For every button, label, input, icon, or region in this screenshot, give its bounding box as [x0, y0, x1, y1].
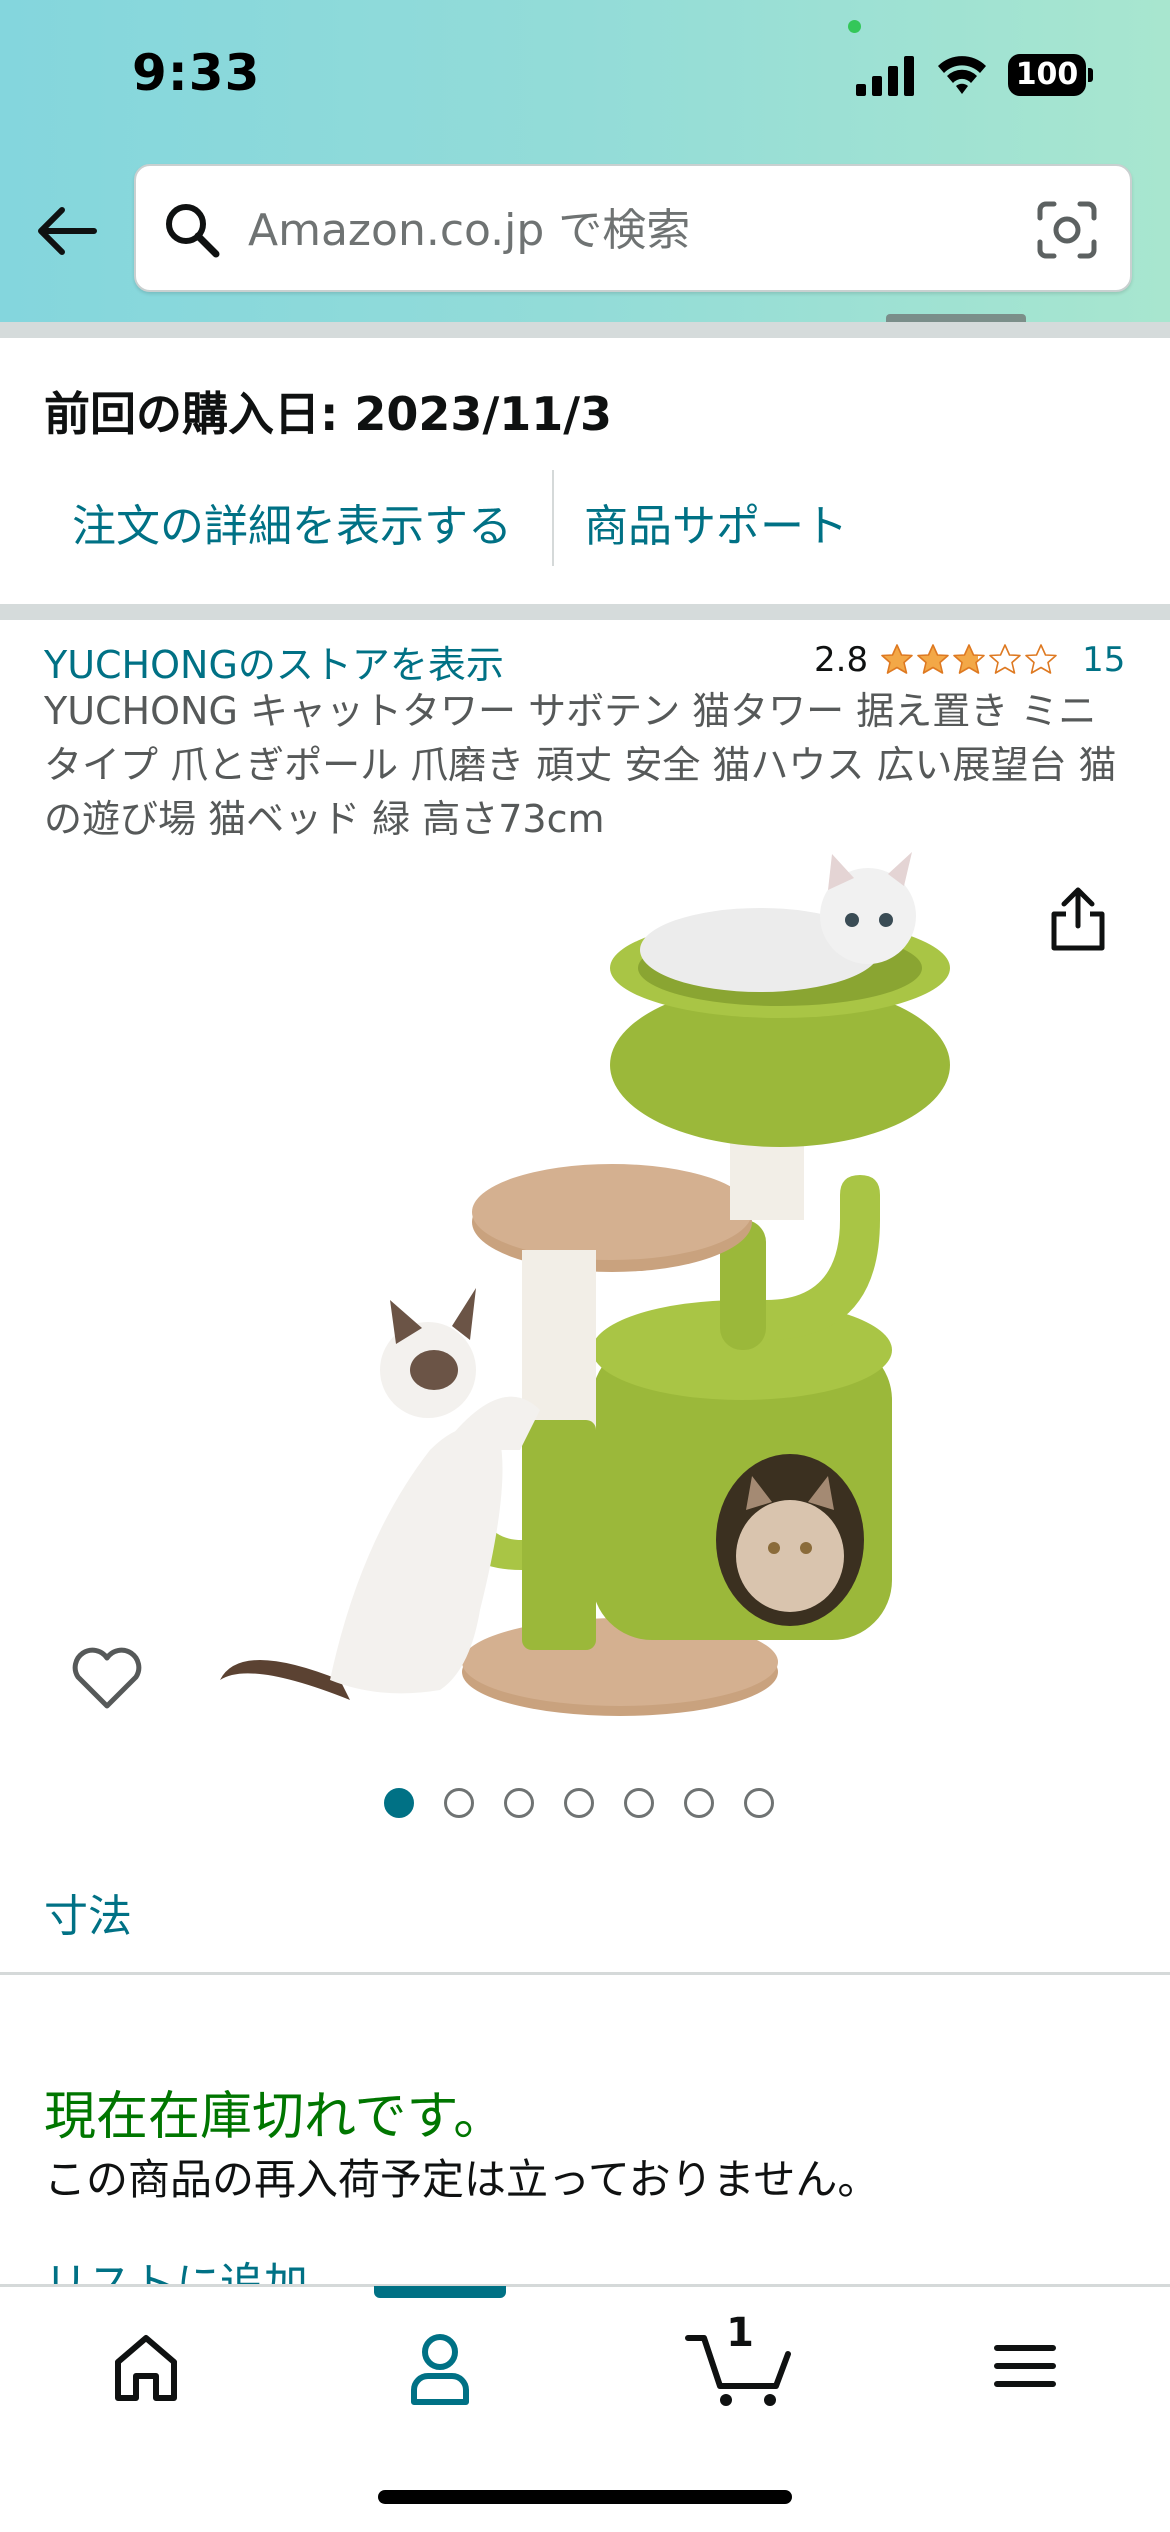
dimensions-link[interactable]: 寸法: [44, 1880, 132, 1944]
store-link[interactable]: YUCHONGのストアを表示: [44, 634, 504, 689]
wishlist-heart-icon[interactable]: [70, 1646, 144, 1712]
stock-status: 現在在庫切れです。: [44, 2087, 506, 2147]
restock-note: この商品の再入荷予定は立っておりません。: [44, 2155, 880, 2204]
add-to-list-link[interactable]: リストに追加: [44, 2248, 308, 2288]
status-time: 9:33: [132, 44, 261, 102]
nav-home-button[interactable]: [96, 2324, 196, 2408]
back-arrow-icon[interactable]: [32, 196, 102, 266]
nav-account-button[interactable]: [390, 2324, 490, 2408]
section-divider: [0, 604, 1170, 620]
carousel-dot[interactable]: [384, 1788, 414, 1818]
cellular-signal-icon: [856, 56, 914, 96]
cart-count-badge: 1: [726, 2310, 754, 2356]
header-image-peek: [886, 314, 1026, 322]
search-icon: [166, 204, 220, 258]
carousel-dot[interactable]: [624, 1788, 654, 1818]
carousel-dot[interactable]: [564, 1788, 594, 1818]
wifi-icon: [938, 56, 986, 94]
share-icon[interactable]: [1046, 884, 1110, 954]
rating-summary[interactable]: 2.8 15: [814, 638, 1125, 682]
rating-count[interactable]: 15: [1082, 640, 1125, 680]
star-icon: [917, 644, 949, 674]
battery-icon: 100: [1008, 54, 1093, 96]
rating-stars: [880, 643, 1058, 677]
header: 9:33 100: [0, 0, 1170, 322]
account-icon: [411, 2334, 469, 2405]
rating-value: 2.8: [814, 640, 869, 680]
star-icon: [881, 644, 913, 674]
camera-search-icon[interactable]: [1036, 200, 1098, 260]
product-image-cat-tower[interactable]: [200, 850, 960, 1730]
search-input[interactable]: [248, 188, 948, 272]
section-divider: [0, 1972, 1170, 1975]
image-carousel-dots[interactable]: [384, 1788, 774, 1818]
star-icon: [953, 644, 985, 674]
home-icon: [115, 2335, 177, 2401]
home-indicator: [378, 2490, 792, 2504]
star-icon: [989, 644, 1021, 674]
battery-level: 100: [1015, 57, 1079, 92]
carousel-dot[interactable]: [444, 1788, 474, 1818]
carousel-dot[interactable]: [504, 1788, 534, 1818]
star-icon: [1025, 644, 1057, 674]
search-bar[interactable]: [134, 164, 1132, 292]
menu-icon: [994, 2345, 1056, 2387]
product-title: YUCHONG キャットタワー サボテン 猫タワー 据え置き ミニタイプ 爪とぎ…: [44, 689, 1117, 841]
section-divider: [0, 322, 1170, 338]
product-support-link[interactable]: 商品サポート: [584, 490, 848, 554]
last-purchase-date: 前回の購入日: 2023/11/3: [44, 387, 613, 441]
carousel-dot[interactable]: [684, 1788, 714, 1818]
link-separator: [552, 470, 554, 566]
active-tab-indicator: [374, 2286, 506, 2298]
nav-menu-button[interactable]: [975, 2324, 1075, 2408]
order-details-link[interactable]: 注文の詳細を表示する: [72, 490, 512, 554]
carousel-dot[interactable]: [744, 1788, 774, 1818]
privacy-indicator-dot: [848, 20, 861, 33]
